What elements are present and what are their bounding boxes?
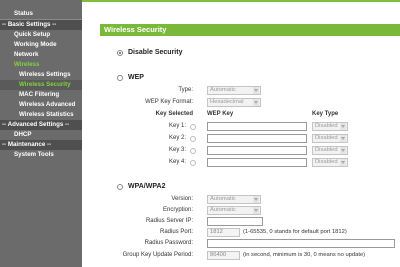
wpa-radio[interactable] [117, 184, 123, 190]
wep-key-3-type-value: Disabled [315, 147, 338, 153]
radius-port-label: Radius Port: [159, 229, 193, 235]
wep-key-label: Key 3: [168, 147, 186, 153]
radius-password-label: Radius Password: [144, 240, 193, 246]
wep-key-3-input[interactable] [207, 146, 307, 155]
nav-section-basic-settings: -- Basic Settings -- [0, 20, 82, 30]
wep-key-label: Key 4: [168, 159, 186, 165]
wep-radio[interactable] [117, 75, 123, 81]
chevron-down-icon [253, 87, 259, 94]
nav-quick-setup[interactable]: Quick Setup [0, 30, 82, 40]
wep-type-select[interactable]: Automatic [207, 86, 261, 95]
wep-key-label: Key 2: [168, 135, 186, 141]
key-selected-header: Key Selected [155, 111, 193, 117]
radius-server-ip-label: Radius Server IP: [145, 218, 193, 224]
key-type-header: Key Type [312, 111, 339, 117]
nav-section-advanced-settings: -- Advanced Settings -- [0, 120, 82, 130]
nav-wireless-statistics[interactable]: Wireless Statistics [0, 110, 82, 120]
wep-format-label: WEP Key Format: [145, 99, 193, 105]
wep-key-4-type-value: Disabled [315, 159, 338, 165]
page-title: Wireless Security [104, 25, 167, 34]
wep-key-header: WEP Key [207, 111, 234, 117]
nav-wireless-advanced[interactable]: Wireless Advanced [0, 100, 82, 110]
wep-format-value: Hexadecimal [210, 99, 244, 105]
wep-key-4-radio[interactable] [190, 160, 196, 166]
radius-server-ip-input[interactable] [207, 217, 263, 226]
nav-status[interactable]: Status [0, 9, 82, 19]
chevron-down-icon [340, 123, 346, 130]
nav-wireless-settings[interactable]: Wireless Settings [0, 70, 82, 80]
group-key-update-period-hint: (in second, minimum is 30, 0 means no up… [243, 252, 366, 258]
top-accent-bar [82, 0, 400, 2]
wep-key-3-type-select[interactable]: Disabled [312, 146, 348, 155]
chevron-down-icon [253, 99, 259, 106]
disable-security-label: Disable Security [128, 49, 183, 56]
nav-working-mode[interactable]: Working Mode [0, 40, 82, 50]
radius-port-input[interactable]: 1812 [207, 228, 240, 237]
sidebar: Status -- Basic Settings -- Quick Setup … [0, 0, 82, 267]
wep-format-select[interactable]: Hexadecimal [207, 98, 261, 107]
wep-key-3-radio[interactable] [190, 148, 196, 154]
wep-key-label: Key 1: [168, 123, 186, 129]
radius-port-hint: (1-65535, 0 stands for default port 1812… [243, 229, 347, 235]
nav-network[interactable]: Network [0, 50, 82, 60]
group-key-update-period-label: Group Key Update Period: [122, 252, 193, 258]
wep-type-value: Automatic [210, 87, 236, 93]
wep-type-label: Type: [178, 87, 193, 93]
wep-key-1-input[interactable] [207, 122, 307, 131]
wpa-encryption-value: Automatic [210, 207, 236, 213]
wpa-encryption-select[interactable]: Automatic [207, 206, 261, 215]
page-header: Wireless Security [100, 24, 400, 36]
nav-mac-filtering[interactable]: MAC Filtering [0, 90, 82, 100]
chevron-down-icon [253, 196, 259, 203]
chevron-down-icon [340, 135, 346, 142]
wep-key-4-type-select[interactable]: Disabled [312, 158, 348, 167]
wep-key-4-input[interactable] [207, 158, 307, 167]
wep-key-2-radio[interactable] [190, 136, 196, 142]
wpa-version-value: Automatic [210, 196, 236, 202]
wpa-label: WPA/WPA2 [128, 183, 166, 190]
radius-password-input[interactable] [207, 239, 395, 248]
wep-key-2-type-select[interactable]: Disabled [312, 134, 348, 143]
group-key-update-period-input[interactable]: 86400 [207, 251, 240, 260]
wep-key-2-type-value: Disabled [315, 135, 338, 141]
wpa-version-select[interactable]: Automatic [207, 195, 261, 204]
nav-wireless[interactable]: Wireless [0, 60, 82, 70]
wep-key-1-type-select[interactable]: Disabled [312, 122, 348, 131]
nav-system-tools[interactable]: System Tools [0, 150, 82, 160]
wep-key-1-type-value: Disabled [315, 123, 338, 129]
disable-security-radio[interactable] [117, 50, 123, 56]
chevron-down-icon [340, 147, 346, 154]
wpa-version-label: Version: [171, 196, 193, 202]
nav-wireless-security[interactable]: Wireless Security [0, 80, 82, 90]
wep-key-1-radio[interactable] [190, 124, 196, 130]
chevron-down-icon [340, 159, 346, 166]
chevron-down-icon [253, 207, 259, 214]
nav-section-maintenance: -- Maintenance -- [0, 140, 82, 150]
wep-label: WEP [128, 74, 144, 81]
wep-key-2-input[interactable] [207, 134, 307, 143]
wpa-encryption-label: Encryption: [162, 207, 193, 213]
nav-dhcp[interactable]: DHCP [0, 130, 82, 140]
